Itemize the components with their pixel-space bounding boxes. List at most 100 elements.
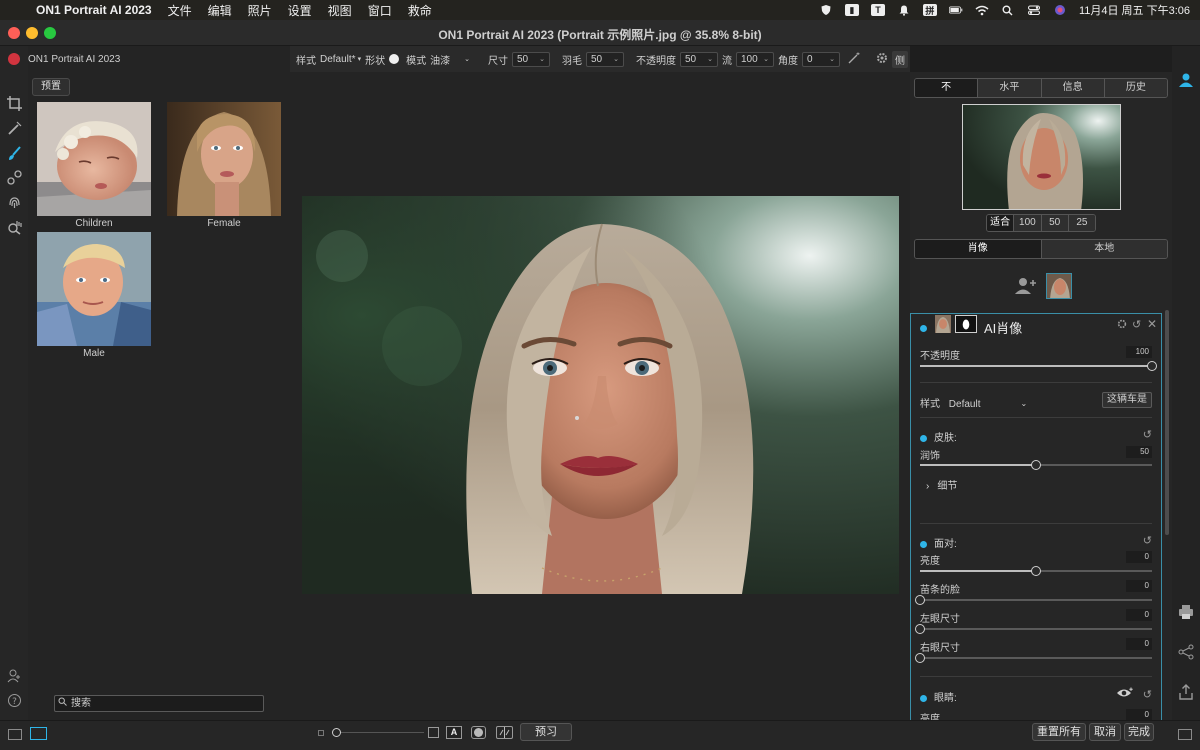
image-canvas[interactable] [290, 72, 910, 720]
fingerprint-icon[interactable] [5, 193, 23, 211]
angle-field[interactable]: 0 ⌄ [801, 51, 840, 67]
slider-knob[interactable] [1031, 566, 1041, 576]
menu-view[interactable]: 视图 [320, 2, 360, 19]
tab-local[interactable]: 本地 [1041, 240, 1167, 258]
navigator-preview[interactable] [962, 104, 1121, 210]
menu-file[interactable]: 文件 [160, 2, 200, 19]
zoom-50[interactable]: 50 [1041, 215, 1069, 231]
tab-none[interactable]: 不 [915, 79, 979, 97]
clone-stamp-icon[interactable] [5, 168, 23, 186]
skin-section-header[interactable]: 皮肤: ↺ [920, 429, 1152, 444]
export-icon[interactable] [1178, 684, 1194, 703]
style-preset-button[interactable]: 这辆车是 [1102, 392, 1152, 408]
skin-reset-icon[interactable]: ↺ [1143, 428, 1152, 441]
brightness-slider[interactable] [920, 566, 1152, 576]
panel-reset-icon[interactable]: ↺ [1132, 318, 1141, 331]
opacity-slider[interactable] [920, 361, 1157, 371]
zoom-100[interactable]: 100 [1014, 215, 1042, 231]
slider-knob[interactable] [915, 595, 925, 605]
before-after-icon[interactable] [496, 726, 513, 739]
mask-view-button[interactable]: A [446, 726, 462, 739]
zoom-25[interactable]: 25 [1068, 215, 1095, 231]
battery-icon[interactable] [948, 4, 963, 16]
status-t-icon[interactable]: T [870, 4, 885, 16]
tab-levels[interactable]: 水平 [978, 79, 1042, 97]
menu-help[interactable]: 救命 [400, 2, 440, 19]
preset-thumbnail-children[interactable]: Children [37, 102, 151, 229]
menu-photo[interactable]: 照片 [240, 2, 280, 19]
zoom-pan-icon[interactable] [5, 218, 23, 236]
portrait-brush-icon[interactable] [5, 144, 23, 162]
share-icon[interactable] [1178, 644, 1194, 663]
help-icon[interactable]: ? [5, 691, 23, 709]
skin-enabled-dot[interactable] [920, 434, 927, 442]
portrait-photo[interactable] [302, 196, 899, 594]
slim-face-slider[interactable] [915, 595, 1152, 605]
opacity-value-field[interactable]: 100 [1126, 346, 1152, 358]
style-select[interactable]: Default ⌄ [949, 399, 1027, 410]
style-dropdown[interactable]: Default* ▾ [320, 54, 361, 65]
wifi-icon[interactable] [975, 4, 989, 16]
magic-wand-icon[interactable] [848, 52, 860, 67]
toggle-filmstrip-icon[interactable] [30, 727, 47, 740]
opacity-field[interactable]: 50 ⌄ [679, 51, 718, 67]
tab-history[interactable]: 历史 [1104, 79, 1167, 97]
menu-settings[interactable]: 设置 [280, 2, 320, 19]
face-enabled-dot[interactable] [920, 540, 927, 548]
status-app-icon[interactable]: ▮ [844, 4, 859, 16]
eyes-enabled-dot[interactable] [920, 694, 927, 702]
preset-thumbnail-male[interactable]: Male [37, 232, 151, 359]
detail-expander[interactable]: › 细节 [920, 477, 1152, 492]
mode-dropdown[interactable]: 油漆 ⌄ [430, 52, 470, 67]
toggle-browser-icon[interactable] [8, 729, 22, 740]
slim-face-value-field[interactable]: 0 [1126, 580, 1152, 592]
cancel-button[interactable]: 取消 [1089, 723, 1121, 741]
face-section-header[interactable]: 面对: ↺ [920, 535, 1152, 550]
crop-tool-icon[interactable] [5, 94, 23, 112]
feather-field[interactable]: 50 ⌄ [585, 51, 624, 67]
face-reset-icon[interactable]: ↺ [1143, 534, 1152, 547]
tab-info[interactable]: 信息 [1041, 79, 1105, 97]
eyes-reset-icon[interactable]: ↺ [1143, 688, 1152, 701]
mask-icon[interactable] [955, 315, 977, 333]
panel-layout-icon[interactable] [1178, 729, 1192, 740]
retouch-brush-icon[interactable] [5, 119, 23, 137]
zoom-fit[interactable]: 适合 [987, 215, 1015, 231]
menu-edit[interactable]: 编辑 [200, 2, 240, 19]
smooth-slider[interactable] [920, 460, 1152, 470]
search-input[interactable]: 搜索 [54, 695, 264, 712]
slider-knob[interactable] [332, 728, 341, 737]
preset-thumbnail-female[interactable]: Female [167, 102, 281, 229]
left-eye-value-field[interactable]: 0 [1126, 609, 1152, 621]
preview-button[interactable]: 预习 [520, 723, 572, 741]
gear-icon[interactable] [876, 52, 888, 67]
detected-face-thumbnail[interactable] [1046, 273, 1072, 299]
left-eye-slider[interactable] [915, 624, 1152, 634]
slider-knob[interactable] [1031, 460, 1041, 470]
done-button[interactable]: 完成 [1124, 723, 1154, 741]
zoom-small-icon[interactable] [318, 730, 324, 736]
menubar-clock[interactable]: 11月4日 周五 下午3:06 [1079, 2, 1190, 18]
add-face-icon[interactable] [1015, 277, 1037, 298]
overlay-view-icon[interactable] [471, 726, 486, 739]
size-field[interactable]: 50 ⌄ [511, 51, 550, 67]
panel-scrollbar[interactable] [1165, 310, 1169, 535]
right-eye-value-field[interactable]: 0 [1126, 638, 1152, 650]
thumbnail-size-slider[interactable] [332, 727, 424, 739]
tab-portrait[interactable]: 肖像 [915, 240, 1042, 258]
slider-knob[interactable] [915, 624, 925, 634]
slider-knob[interactable] [1147, 361, 1157, 371]
menu-window[interactable]: 窗口 [360, 2, 400, 19]
brightness-value-field[interactable]: 0 [1126, 551, 1152, 563]
user-account-icon[interactable] [1178, 72, 1194, 91]
presets-button[interactable]: 预置 [32, 78, 70, 96]
siri-icon[interactable] [1053, 4, 1067, 16]
panel-close-icon[interactable]: ✕ [1147, 317, 1157, 331]
input-method-icon[interactable]: 拼 [922, 4, 937, 16]
people-icon[interactable] [5, 666, 23, 684]
eyes-brightness-value-field[interactable]: 0 [1126, 709, 1152, 720]
print-icon[interactable] [1178, 604, 1194, 623]
shield-icon[interactable] [819, 4, 833, 16]
smooth-value-field[interactable]: 50 [1126, 446, 1152, 458]
control-center-icon[interactable] [1027, 4, 1041, 16]
